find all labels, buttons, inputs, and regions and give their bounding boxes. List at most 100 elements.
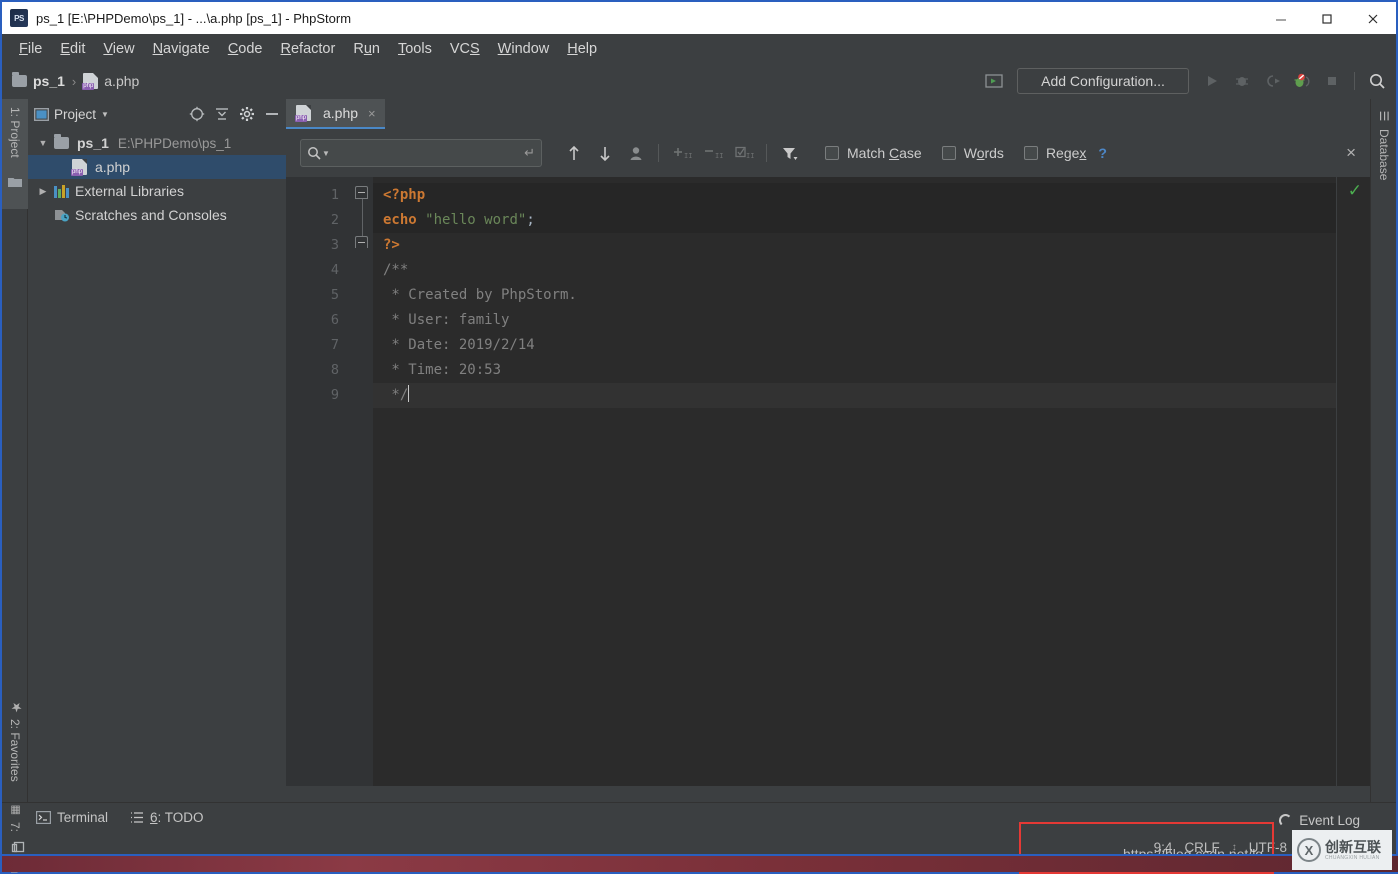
code-editor[interactable]: 1 2 3 4 5 6 7 8 9 <?php echo "hello word… — [286, 177, 1370, 786]
star-icon: ★ — [7, 699, 23, 714]
chevron-down-icon[interactable]: ▼ — [36, 138, 50, 148]
tree-label-aphp: a.php — [95, 159, 131, 175]
select-all-occurrences-icon[interactable] — [622, 140, 649, 167]
token-php-open: <?php — [383, 187, 426, 203]
sidebar-item-favorites[interactable]: ★ 2: Favorites — [2, 699, 28, 819]
search-everywhere-icon[interactable] — [1364, 68, 1390, 94]
add-occurrence-icon[interactable]: II — [668, 140, 695, 167]
option-regex[interactable]: Regex ? — [1023, 145, 1107, 161]
inspection-ok-checkmark-icon[interactable]: ✓ — [1348, 181, 1362, 201]
sidebar-item-database[interactable]: ☰ Database — [1371, 103, 1397, 253]
option-match-case[interactable]: Match Case — [825, 145, 922, 161]
menu-edit[interactable]: Edit — [51, 38, 94, 60]
menu-help[interactable]: Help — [558, 38, 606, 60]
breadcrumb-project[interactable]: ps_1 — [12, 72, 65, 89]
locate-icon[interactable] — [189, 106, 205, 122]
bottom-tab-terminal[interactable]: Terminal — [36, 810, 108, 825]
token-doc-time: * Time: 20:53 — [383, 362, 502, 378]
code-line-6: * User: family — [373, 308, 1336, 333]
bottom-tab-todo-label: 6: TODO — [150, 810, 204, 825]
php-file-icon — [295, 105, 311, 122]
menu-code[interactable]: Code — [219, 38, 272, 60]
code-line-2: echo "hello word"; — [373, 208, 1336, 233]
fold-marker-line-3[interactable] — [355, 236, 368, 248]
line-number: 2 — [330, 212, 339, 228]
run-with-coverage-icon[interactable] — [1259, 68, 1285, 94]
project-panel-title-group[interactable]: Project ▼ — [34, 107, 109, 122]
code-text[interactable]: <?php echo "hello word"; ?> /** * Create… — [373, 177, 1336, 786]
search-icon — [308, 147, 321, 160]
tab-aphp[interactable]: a.php × — [286, 99, 385, 129]
folder-icon — [54, 134, 69, 149]
minimize-button[interactable] — [1258, 2, 1304, 36]
hide-icon[interactable] — [264, 106, 280, 122]
remove-occurrence-icon[interactable]: II — [699, 140, 726, 167]
sidebar-item-database-label: Database — [1377, 129, 1391, 181]
add-configuration-button[interactable]: Add Configuration... — [1017, 68, 1189, 94]
bottom-tab-todo[interactable]: 6: TODO — [130, 810, 204, 825]
tree-row-file-aphp[interactable]: a.php — [28, 155, 286, 179]
find-next-icon[interactable] — [591, 140, 618, 167]
chevron-right-icon[interactable]: ▶ — [36, 186, 50, 197]
breadcrumb-separator: › — [71, 73, 77, 89]
background-photo-bleed — [2, 856, 1398, 872]
debug-icon[interactable] — [1229, 68, 1255, 94]
code-line-7: * Date: 2019/2/14 — [373, 333, 1336, 358]
help-icon[interactable]: ? — [1098, 145, 1107, 161]
event-log-button[interactable]: Event Log — [1279, 813, 1360, 828]
project-panel-title: Project — [54, 106, 97, 122]
option-words-label: Words — [963, 145, 1004, 161]
terminal-icon — [36, 811, 51, 824]
spinner-icon — [1279, 814, 1293, 827]
token-echo-string: "hello word" — [425, 212, 527, 228]
window-title: ps_1 [E:\PHPDemo\ps_1] - ...\a.php [ps_1… — [36, 10, 352, 26]
filter-icon[interactable] — [776, 140, 803, 167]
menu-file[interactable]: File — [10, 38, 51, 60]
find-previous-icon[interactable] — [560, 140, 587, 167]
settings-gear-icon[interactable] — [239, 106, 255, 122]
token-doc-created: * Created by PhpStorm. — [383, 287, 577, 303]
close-find-icon[interactable]: × — [1346, 143, 1356, 163]
tree-row-external-libraries[interactable]: ▶ External Libraries — [28, 179, 286, 203]
collapse-all-icon[interactable] — [214, 106, 230, 122]
bottom-tab-terminal-label: Terminal — [57, 810, 109, 825]
tree-label-project: ps_1 — [77, 135, 109, 151]
match-case-checkbox[interactable] — [825, 146, 839, 160]
option-words[interactable]: Words — [941, 145, 1004, 161]
menu-navigate[interactable]: Navigate — [144, 38, 219, 60]
menu-refactor[interactable]: Refactor — [272, 38, 345, 60]
regex-checkbox[interactable] — [1023, 146, 1038, 160]
menu-window[interactable]: Window — [489, 38, 559, 60]
close-icon[interactable]: × — [368, 106, 376, 121]
logo-mark-icon: X — [1297, 838, 1321, 862]
token-doc-user: * User: family — [383, 312, 510, 328]
logo-subtitle: CHUANGXIN HULIAN — [1325, 854, 1380, 861]
fold-marker-line-1[interactable] — [355, 186, 368, 199]
code-line-9: */ — [373, 383, 1336, 408]
find-toolbar: ▼ ↵ II II II Match Case Words Regex ? × — [286, 129, 1370, 177]
run-icon[interactable] — [1199, 68, 1225, 94]
stop-debug-icon[interactable] — [1289, 68, 1315, 94]
breadcrumb-file[interactable]: a.php — [82, 73, 139, 90]
select-all-icon[interactable]: II — [730, 140, 757, 167]
menu-view[interactable]: View — [94, 38, 143, 60]
menu-tools[interactable]: Tools — [389, 38, 441, 60]
token-doc-date: * Date: 2019/2/14 — [383, 337, 535, 353]
toolbar-divider — [1354, 72, 1355, 90]
line-number: 4 — [330, 262, 339, 278]
search-input[interactable]: ▼ ↵ — [300, 139, 542, 167]
run-dashboard-icon[interactable] — [981, 68, 1007, 94]
fold-gutter — [351, 177, 373, 786]
close-button[interactable] — [1350, 2, 1396, 36]
maximize-button[interactable] — [1304, 2, 1350, 36]
line-number: 6 — [330, 312, 339, 328]
search-history-chevron-icon[interactable]: ▼ — [322, 149, 330, 158]
menu-vcs[interactable]: VCS — [441, 38, 489, 60]
stop-icon[interactable] — [1319, 68, 1345, 94]
tree-row-project[interactable]: ▼ ps_1 E:\PHPDemo\ps_1 — [28, 131, 286, 155]
inspection-gutter[interactable]: ✓ — [1336, 177, 1370, 786]
chevron-down-icon[interactable]: ▼ — [101, 110, 109, 119]
tree-row-scratches[interactable]: Scratches and Consoles — [28, 203, 286, 227]
words-checkbox[interactable] — [941, 146, 956, 160]
menu-run[interactable]: Run — [344, 38, 389, 60]
